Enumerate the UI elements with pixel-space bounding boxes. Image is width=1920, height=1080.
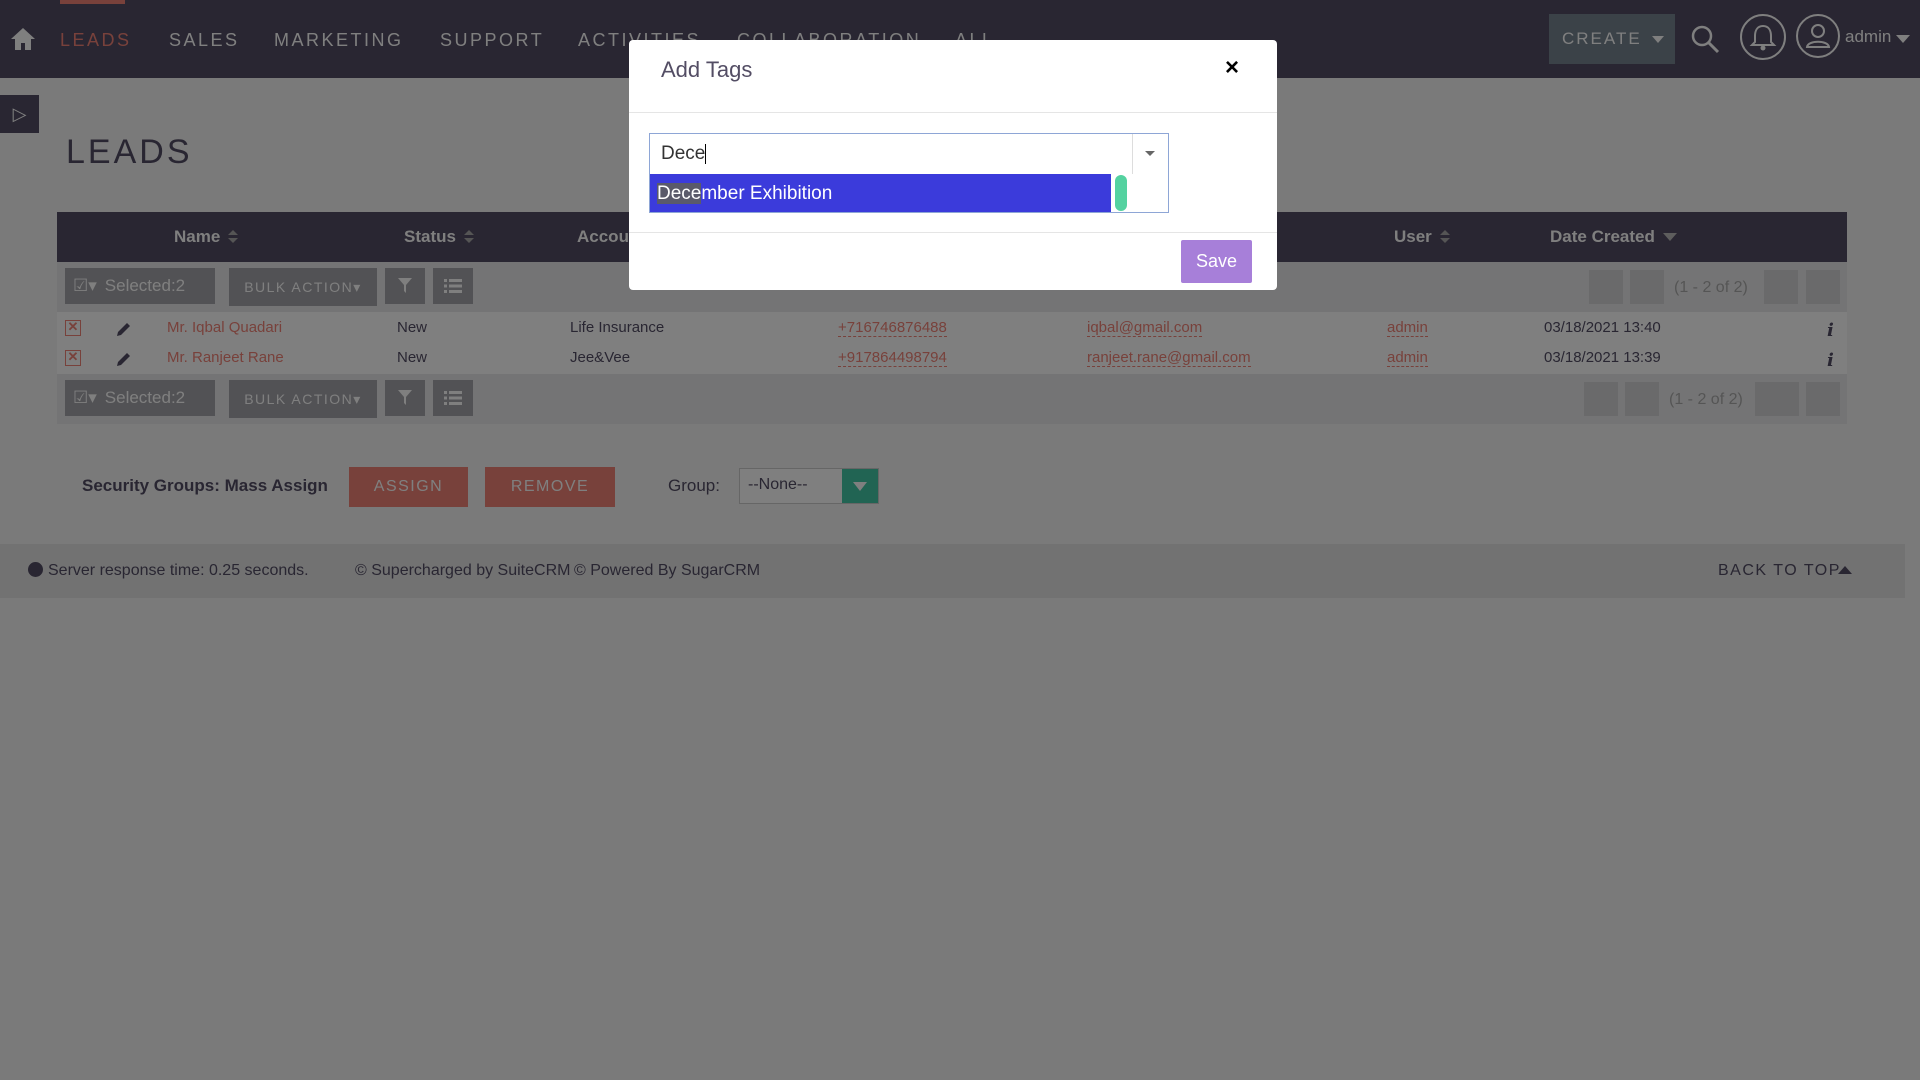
option-match-text: Dece: [657, 183, 702, 204]
tags-combobox[interactable]: Dece December Exhibition: [649, 133, 1169, 213]
dropdown-scrollbar[interactable]: [1115, 175, 1127, 211]
dialog-title: Add Tags: [661, 57, 753, 82]
close-icon[interactable]: ×: [1225, 54, 1239, 82]
divider: [629, 112, 1277, 113]
add-tags-dialog: Add Tags × Dece December Exhibition Save: [629, 40, 1277, 290]
chevron-down-icon[interactable]: [1145, 151, 1155, 156]
dropdown-option[interactable]: December Exhibition: [650, 174, 1111, 212]
divider: [629, 232, 1277, 233]
tags-search-input[interactable]: Dece: [650, 134, 1133, 174]
save-button[interactable]: Save: [1181, 240, 1252, 283]
option-rest-text: mber Exhibition: [701, 183, 833, 204]
tags-input-value: Dece: [661, 143, 706, 164]
text-cursor: [705, 143, 707, 164]
